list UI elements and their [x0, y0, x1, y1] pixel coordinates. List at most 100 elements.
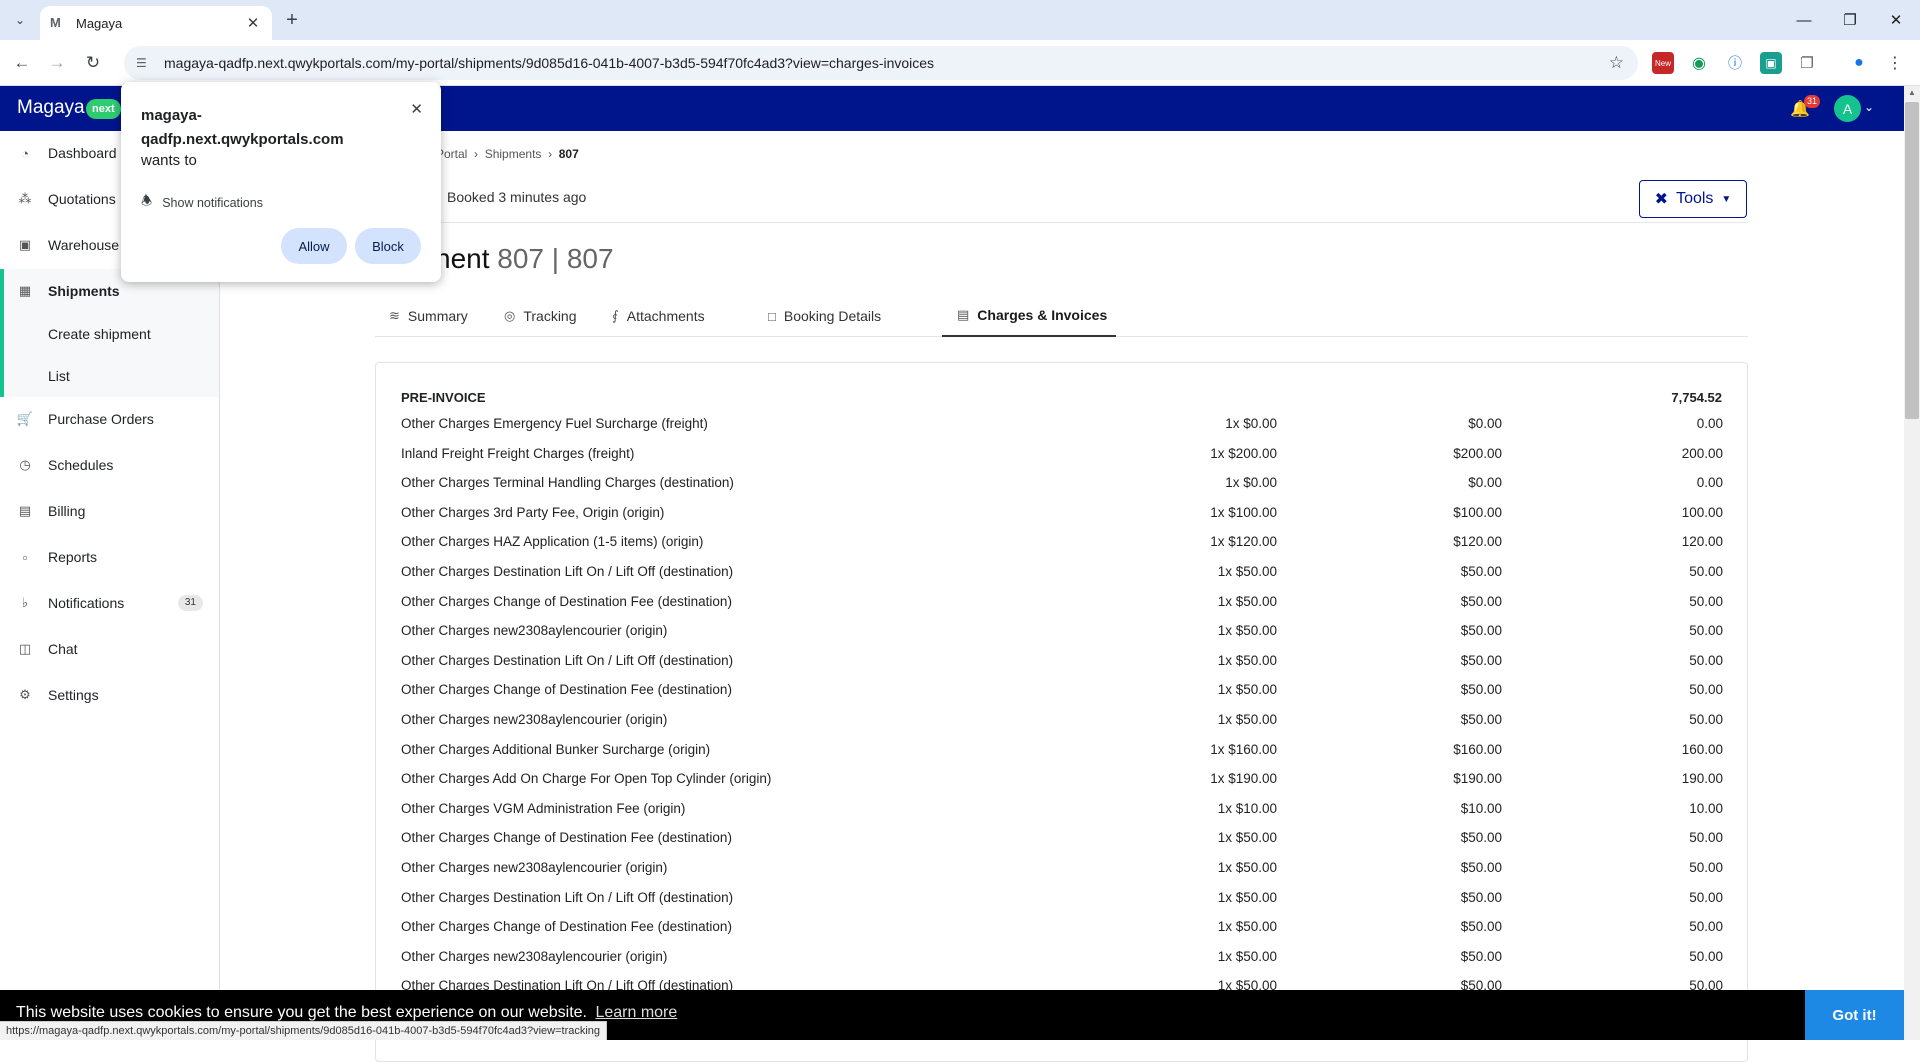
chart-icon: ▫	[22, 549, 28, 565]
grammarly-extension-icon[interactable]: ◉	[1688, 52, 1710, 74]
allow-button[interactable]: Allow	[281, 228, 347, 264]
restore-icon[interactable]: ❐	[1838, 8, 1862, 32]
charge-unit-price: $160.00	[1453, 741, 1502, 757]
charge-description: Other Charges new2308aylencourier (origi…	[401, 623, 668, 639]
minimize-icon[interactable]: —	[1792, 8, 1816, 32]
scroll-up-arrow-icon[interactable]: ▲	[1905, 88, 1919, 100]
extension-square-icon[interactable]: ▣	[1760, 52, 1782, 74]
charge-unit-price: $50.00	[1460, 919, 1502, 935]
browser-toolbar: ← → ↻ ☰ magaya-qadfp.next.qwykportals.co…	[0, 40, 1920, 86]
extensions-puzzle-icon[interactable]: ❐	[1796, 52, 1818, 74]
tab-summary[interactable]: ≋ Summary	[389, 295, 468, 337]
invoice-row: Other Charges Change of Destination Fee …	[401, 915, 1723, 939]
reload-icon[interactable]: ↻	[80, 50, 106, 76]
tab-search-chevron-icon[interactable]: ⌄	[8, 8, 32, 32]
chevron-down-icon[interactable]: ⌄	[1864, 100, 1874, 114]
invoice-row: Other Charges Additional Bunker Surcharg…	[401, 738, 1723, 762]
invoice-row: Other Charges HAZ Application (1-5 items…	[401, 530, 1723, 554]
profile-icon[interactable]: ●	[1848, 52, 1870, 74]
charge-description: Other Charges new2308aylencourier (origi…	[401, 712, 668, 727]
sidebar-item-chat[interactable]: ◫ Chat	[0, 627, 219, 671]
sidebar-item-label: Billing	[48, 503, 86, 519]
sidebar-subitem-create-shipment[interactable]: Create shipment	[0, 313, 219, 355]
charge-unit-price: $50.00	[1460, 623, 1502, 639]
extension-new-icon[interactable]: New	[1652, 52, 1674, 74]
charge-unit-price: $50.00	[1460, 830, 1502, 846]
forward-arrow-icon[interactable]: →	[44, 50, 70, 76]
extension-new-label: New	[1654, 58, 1671, 68]
clock-icon: ◷	[19, 457, 31, 472]
sidebar-item-label: Quotations	[48, 191, 116, 207]
charge-amount: 10.00	[1689, 800, 1723, 816]
cookie-accept-button[interactable]: Got it!	[1805, 990, 1904, 1040]
caret-down-icon: ▼	[1721, 193, 1732, 205]
back-arrow-icon[interactable]: ←	[9, 50, 35, 76]
tab-attachments[interactable]: ⨐ Attachments	[612, 295, 705, 337]
bookmark-star-icon[interactable]: ☆	[1609, 53, 1624, 73]
tab-charges-invoices[interactable]: ▤ Charges & Invoices	[942, 295, 1116, 337]
charge-amount: 0.00	[1696, 416, 1723, 431]
avatar[interactable]: A	[1834, 95, 1861, 122]
quotes-icon: ⁂	[18, 191, 32, 206]
sidebar-subitem-label: Create shipment	[48, 326, 151, 342]
invoice-row: Inland Freight Freight Charges (freight)…	[401, 442, 1723, 466]
new-tab-plus-icon[interactable]: +	[280, 8, 304, 32]
sidebar-item-schedules[interactable]: ◷ Schedules	[0, 443, 219, 487]
charge-quantity: 1x $50.00	[1217, 712, 1277, 727]
shipment-status: Booked 3 minutes ago	[447, 189, 587, 205]
charge-amount: 50.00	[1689, 564, 1723, 579]
tab-tracking[interactable]: ◎ Tracking	[504, 295, 577, 337]
extension-info-icon[interactable]: ⓘ	[1724, 52, 1746, 74]
charge-unit-price: $190.00	[1453, 771, 1502, 787]
scrollbar-thumb[interactable]	[1905, 102, 1919, 419]
charge-description: Other Charges Additional Bunker Surcharg…	[401, 741, 711, 757]
browser-menu-icon[interactable]: ⋮	[1884, 52, 1906, 74]
sidebar-item-purchase-orders[interactable]: 🛒 Purchase Orders	[0, 397, 219, 441]
tab-booking-details[interactable]: □ Booking Details	[768, 295, 881, 337]
cookie-learn-more-link[interactable]: Learn more	[595, 1004, 677, 1021]
tab-label: Charges & Invoices	[977, 307, 1108, 323]
sidebar-item-reports[interactable]: ▫ Reports	[0, 535, 219, 579]
charge-description: Other Charges new2308aylencourier (origi…	[401, 948, 668, 964]
charge-quantity: 1x $120.00	[1210, 534, 1277, 550]
sidebar-item-billing[interactable]: ▤ Billing	[0, 489, 219, 533]
box-icon: ▦	[18, 283, 32, 298]
invoice-row: Other Charges Change of Destination Fee …	[401, 826, 1723, 850]
popup-close-icon[interactable]: ✕	[410, 100, 423, 118]
browser-tab[interactable]: M Magaya ✕	[40, 6, 272, 40]
sidebar-item-label: Warehouse	[48, 237, 120, 253]
charge-quantity: 1x $0.00	[1225, 475, 1277, 491]
address-bar-url: magaya-qadfp.next.qwykportals.com/my-por…	[164, 55, 935, 71]
charge-description: Other Charges Change of Destination Fee …	[401, 593, 732, 609]
invoice-row: Other Charges Change of Destination Fee …	[401, 590, 1723, 614]
charge-description: Other Charges VGM Administration Fee (or…	[401, 800, 686, 816]
tools-label: Tools	[1676, 190, 1714, 207]
charge-description: Other Charges new2308aylencourier (origi…	[401, 860, 668, 875]
permission-label: Show notifications	[162, 195, 263, 210]
charge-quantity: 1x $50.00	[1217, 682, 1277, 698]
charge-unit-price: $0.00	[1468, 475, 1502, 491]
address-bar[interactable]: ☰ magaya-qadfp.next.qwykportals.com/my-p…	[124, 46, 1638, 80]
tools-button[interactable]: ✖ Tools ▼	[1639, 180, 1747, 218]
brand-logo[interactable]: Magaya	[17, 97, 85, 119]
site-settings-icon[interactable]: ☰	[136, 56, 154, 70]
block-button[interactable]: Block	[355, 228, 421, 264]
tab-close-icon[interactable]: ✕	[244, 14, 262, 32]
breadcrumb-shipments[interactable]: Shipments	[485, 147, 542, 161]
tab-label: Booking Details	[783, 308, 882, 324]
charge-amount: 190.00	[1681, 771, 1723, 787]
invoice-row: Other Charges new2308aylencourier (origi…	[401, 945, 1723, 969]
sidebar-subitem-list[interactable]: List	[0, 355, 219, 397]
rss-icon: ≋	[389, 308, 400, 323]
invoice-row: Other Charges new2308aylencourier (origi…	[401, 708, 1723, 732]
bell-icon: ♭	[21, 595, 29, 610]
breadcrumb-current: 807	[558, 147, 579, 161]
invoice-row: Other Charges new2308aylencourier (origi…	[401, 856, 1723, 880]
charge-unit-price: $50.00	[1460, 652, 1502, 668]
sidebar-item-settings[interactable]: ⚙ Settings	[0, 673, 219, 717]
charge-unit-price: $50.00	[1460, 593, 1502, 609]
charge-description: Other Charges Change of Destination Fee …	[401, 682, 732, 698]
window-close-icon[interactable]: ✕	[1884, 8, 1908, 32]
sidebar-item-notifications[interactable]: ♭ Notifications 31	[0, 581, 219, 625]
charge-amount: 50.00	[1689, 889, 1723, 905]
